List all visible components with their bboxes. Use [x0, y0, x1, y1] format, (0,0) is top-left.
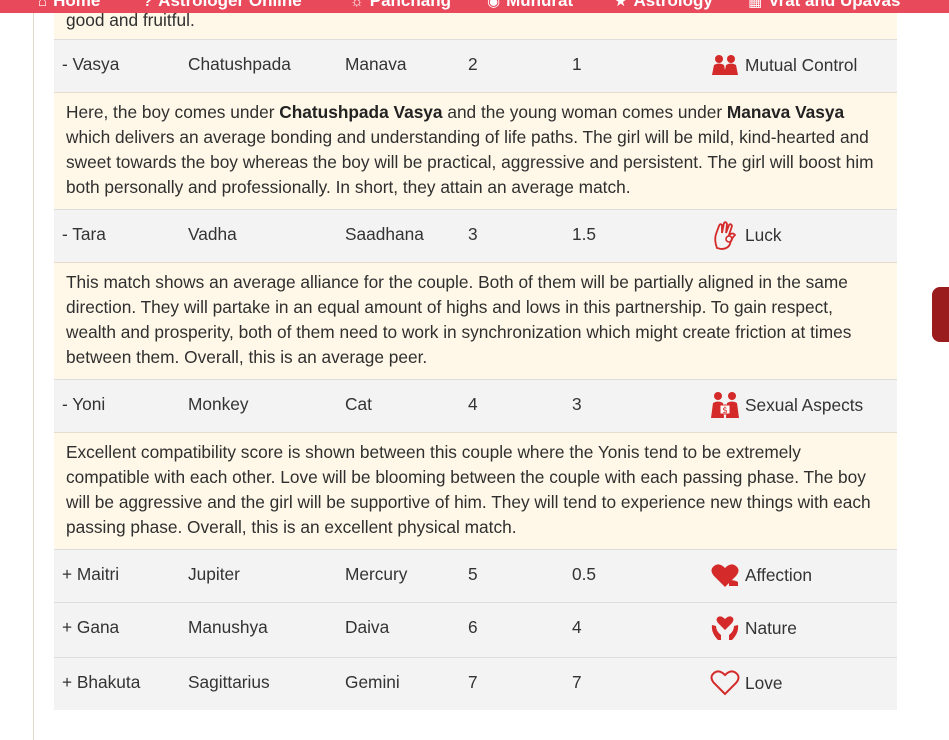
koot-name[interactable]: + Maitri [62, 564, 119, 585]
nav-muhurat-label: Muhurat [506, 0, 574, 10]
koot-name[interactable]: + Gana [62, 617, 119, 638]
home-icon: ⌂ [38, 0, 48, 10]
maximum-points: 2 [468, 54, 478, 74]
hand-heart-icon [709, 560, 741, 590]
nav-vrat-upavas[interactable]: ▦ Vrat and Upavas [748, 0, 900, 11]
previous-description: good and fruitful. [54, 13, 897, 39]
area-of-life: Luck [709, 220, 782, 250]
maximum-points: 3 [468, 224, 478, 244]
guna-milan-table: good and fruitful. - Vasya Chatushpada M… [54, 13, 897, 710]
table-row-gana[interactable]: + Gana Manushya Daiva 6 4 Nature [54, 602, 897, 657]
received-points: 1 [572, 54, 582, 74]
check-circle-icon: ◉ [487, 0, 501, 10]
main-content: good and fruitful. - Vasya Chatushpada M… [33, 13, 949, 740]
maximum-points: 4 [468, 394, 478, 414]
sun-icon: ☼ [350, 0, 364, 10]
table-row-vasya[interactable]: - Vasya Chatushpada Manava 2 1 Mutual Co… [54, 39, 897, 92]
boy-value: Sagittarius [188, 672, 270, 692]
area-label: Affection [745, 564, 812, 585]
nav-home[interactable]: ⌂ Home [38, 0, 100, 11]
vasya-description: Here, the boy comes under Chatushpada Va… [54, 92, 897, 209]
star-icon: ★ [614, 0, 628, 10]
people-money-icon: $ [709, 390, 741, 420]
tara-description: This match shows an average alliance for… [54, 262, 897, 379]
desc-text: This match shows an average alliance for… [66, 272, 852, 367]
boy-value: Jupiter [188, 564, 240, 584]
girl-value: Daiva [345, 617, 390, 637]
area-label: Love [745, 672, 783, 693]
koot-name[interactable]: - Yoni [62, 394, 105, 415]
area-of-life: Mutual Control [709, 50, 857, 80]
maximum-points: 6 [468, 617, 478, 637]
area-label: Sexual Aspects [745, 394, 864, 415]
area-label: Nature [745, 617, 797, 638]
desc-text: Here, the boy comes under [66, 102, 280, 122]
desc-text: Excellent compatibility score is shown b… [66, 442, 871, 537]
girl-value: Gemini [345, 672, 400, 692]
nav-astrologer-online[interactable]: ? Astrologer Online [143, 0, 302, 11]
boy-value: Vadha [188, 224, 237, 244]
area-of-life: Nature [709, 613, 797, 643]
area-of-life: $ Sexual Aspects [709, 390, 863, 420]
nav-home-label: Home [53, 0, 101, 10]
table-row-bhakuta[interactable]: + Bhakuta Sagittarius Gemini 7 7 Love [54, 657, 897, 710]
girl-value: Manava [345, 54, 407, 74]
koot-name[interactable]: - Tara [62, 224, 106, 245]
girl-value: Cat [345, 394, 372, 414]
nav-muhurat[interactable]: ◉ Muhurat [487, 0, 573, 11]
nav-astrology-label: Astrology [633, 0, 713, 10]
svg-text:$: $ [722, 406, 728, 416]
nav-astrologer-label: Astrologer Online [158, 0, 302, 10]
received-points: 4 [572, 617, 582, 637]
area-of-life: Love [709, 668, 782, 698]
top-nav-bar: ⌂ Home ? Astrologer Online ☼ Panchang ◉ … [0, 0, 949, 13]
side-feedback-tab[interactable] [932, 287, 949, 342]
nav-vrat-label: Vrat and Upavas [768, 0, 901, 10]
received-points: 0.5 [572, 564, 597, 584]
calendar-icon: ▦ [748, 0, 763, 10]
girl-value: Mercury [345, 564, 408, 584]
ok-hand-icon [709, 220, 741, 250]
previous-description-text: good and fruitful. [66, 13, 195, 30]
area-label: Mutual Control [745, 54, 858, 75]
table-row-maitri[interactable]: + Maitri Jupiter Mercury 5 0.5 Affection [54, 549, 897, 602]
maximum-points: 5 [468, 564, 478, 584]
table-row-tara[interactable]: - Tara Vadha Saadhana 3 1.5 Luck [54, 209, 897, 262]
desc-text: which delivers an average bonding and un… [66, 127, 874, 197]
koot-name[interactable]: + Bhakuta [62, 672, 140, 693]
area-of-life: Affection [709, 560, 812, 590]
nav-panchang[interactable]: ☼ Panchang [350, 0, 451, 11]
area-label: Luck [745, 224, 782, 245]
yoni-description: Excellent compatibility score is shown b… [54, 432, 897, 549]
girl-value: Saadhana [345, 224, 424, 244]
received-points: 7 [572, 672, 582, 692]
desc-text: and the young woman comes under [442, 102, 727, 122]
boy-value: Manushya [188, 617, 268, 637]
nav-panchang-label: Panchang [369, 0, 451, 10]
desc-bold: Chatushpada Vasya [279, 102, 443, 122]
received-points: 3 [572, 394, 582, 414]
maximum-points: 7 [468, 672, 478, 692]
table-row-yoni[interactable]: - Yoni Monkey Cat 4 3 $ Sexual Aspects [54, 379, 897, 432]
boy-value: Monkey [188, 394, 249, 414]
question-icon: ? [143, 0, 153, 10]
nav-astrology[interactable]: ★ Astrology [614, 0, 713, 11]
koot-name[interactable]: - Vasya [62, 54, 119, 75]
boy-value: Chatushpada [188, 54, 291, 74]
hands-heart-icon [709, 613, 741, 643]
couple-icon [709, 50, 741, 80]
received-points: 1.5 [572, 224, 597, 244]
heart-outline-icon [709, 668, 741, 698]
desc-bold: Manava Vasya [726, 102, 845, 122]
